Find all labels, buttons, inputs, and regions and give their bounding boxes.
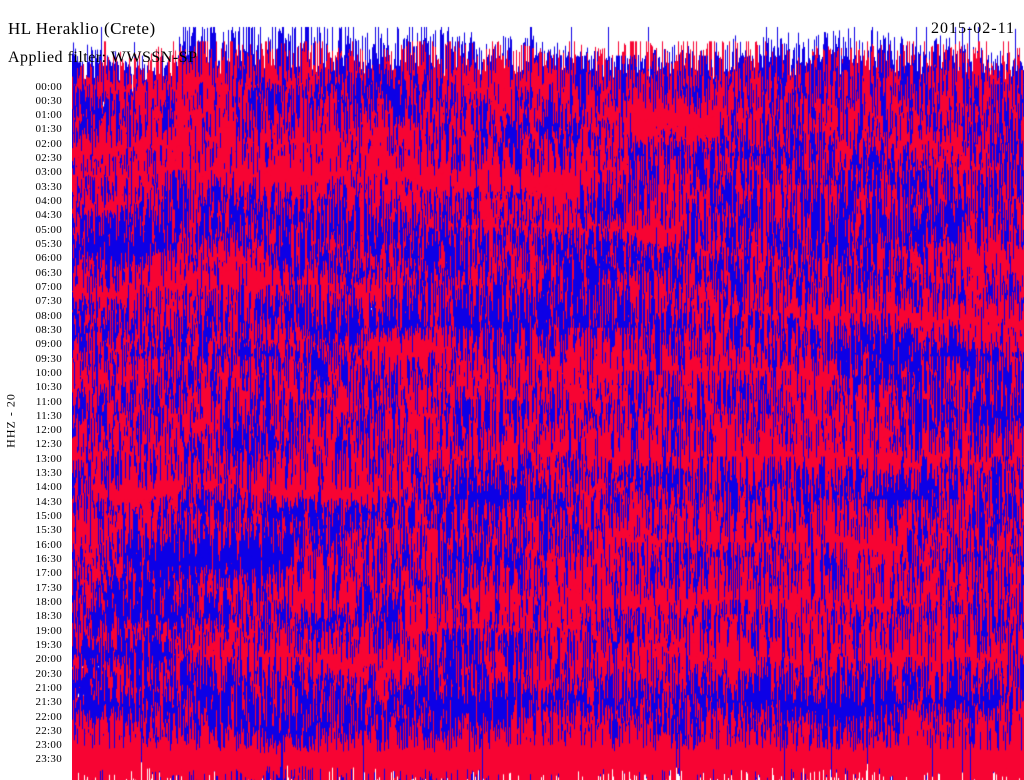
time-label: 05:30 <box>35 238 62 250</box>
time-label: 14:30 <box>35 495 62 508</box>
time-label: 23:30 <box>35 753 62 766</box>
time-label: 09:30 <box>35 352 62 365</box>
time-label: 04:00 <box>35 195 62 208</box>
time-label: 19:30 <box>35 638 62 651</box>
time-label: 18:00 <box>35 595 62 608</box>
time-label: 14:00 <box>35 481 62 494</box>
page-title: HL Heraklio (Crete) <box>8 19 156 38</box>
time-label: 13:30 <box>35 467 62 480</box>
time-label: 07:30 <box>35 295 62 308</box>
applied-filter-label: Applied filter: WWSSN-SP <box>8 49 198 66</box>
time-label: 12:00 <box>35 424 62 437</box>
time-label: 20:00 <box>35 653 62 666</box>
time-label: 19:00 <box>35 624 62 637</box>
time-label: 18:30 <box>35 610 62 623</box>
time-label: 06:00 <box>35 252 62 265</box>
time-label: 02:00 <box>35 137 62 150</box>
time-label: 12:30 <box>35 438 62 451</box>
time-label: 13:00 <box>35 452 62 465</box>
time-label: 21:30 <box>35 696 62 709</box>
time-label: 11:00 <box>35 395 62 408</box>
time-label: 22:30 <box>35 724 62 737</box>
time-label: 03:30 <box>35 180 62 193</box>
time-label: 17:30 <box>35 581 62 594</box>
time-label: 15:30 <box>35 524 62 537</box>
time-label: 08:00 <box>35 309 62 322</box>
time-label: 07:00 <box>35 280 62 293</box>
time-label: 06:30 <box>35 266 62 279</box>
time-label: 01:00 <box>35 109 62 122</box>
time-label: 08:30 <box>35 323 62 336</box>
plot-date: 2015-02-11 <box>930 20 1015 37</box>
time-label: 00:00 <box>35 80 62 93</box>
time-label: 22:00 <box>35 710 62 723</box>
time-label: 01:30 <box>35 123 62 136</box>
time-label: 23:00 <box>35 739 62 752</box>
time-label: 20:30 <box>35 667 62 680</box>
time-label: 15:00 <box>35 510 62 523</box>
time-label: 17:00 <box>35 567 62 580</box>
seismogram-traces <box>72 0 1024 780</box>
time-label: 00:30 <box>35 94 62 107</box>
time-label: 11:30 <box>35 409 62 422</box>
time-label: 09:00 <box>35 338 62 351</box>
time-label: 04:30 <box>35 209 62 222</box>
time-label: 05:00 <box>35 223 62 236</box>
time-label: 16:30 <box>35 553 62 566</box>
time-label: 21:00 <box>35 681 62 694</box>
time-label: 02:30 <box>35 152 62 165</box>
time-label: 10:00 <box>35 366 62 379</box>
helicorder-page: HL Heraklio (Crete) 2015-02-11 Applied f… <box>0 0 1024 780</box>
time-label: 10:30 <box>35 381 62 394</box>
time-label: 16:00 <box>35 538 62 551</box>
time-label: 03:00 <box>35 166 62 179</box>
